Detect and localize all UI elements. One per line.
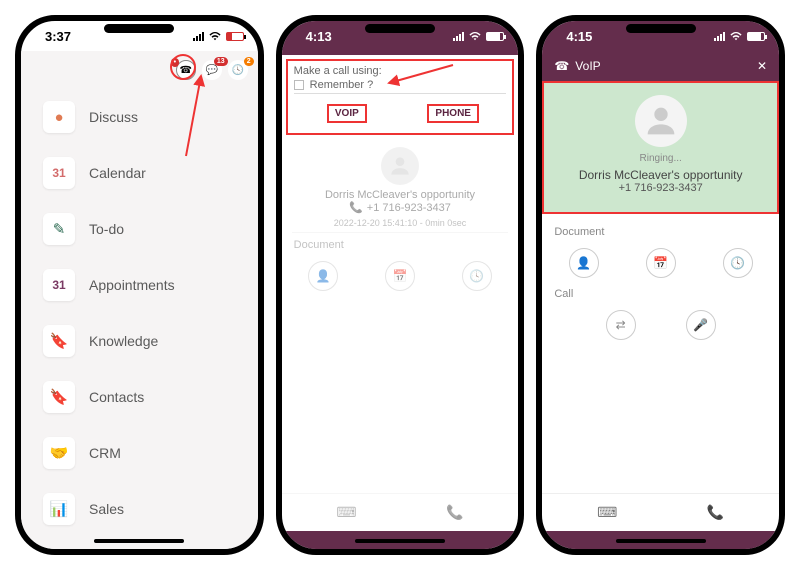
signal-icon bbox=[193, 32, 204, 41]
avatar-icon bbox=[635, 95, 687, 147]
ringing-card: Ringing... Dorris McCleaver's opportunit… bbox=[542, 81, 779, 214]
document-section: Document bbox=[552, 220, 769, 244]
status-icons bbox=[453, 31, 504, 41]
menu-crm[interactable]: 🤝CRM bbox=[21, 425, 258, 481]
knowledge-icon: 🔖 bbox=[43, 325, 75, 357]
phone-screen-1: 3:37 ☎• 💬13 🕓2 ●Discuss 31Calendar ✎To-d… bbox=[15, 15, 264, 555]
signal-icon bbox=[453, 32, 464, 41]
wifi-icon bbox=[208, 31, 222, 41]
status-bar: 4:13 bbox=[282, 21, 519, 51]
phone-number: 📞+1 716-923-3437 bbox=[292, 201, 509, 214]
menu-appointments[interactable]: 31Appointments bbox=[21, 257, 258, 313]
discuss-icon: ● bbox=[43, 101, 75, 133]
top-icons-row: ☎• 💬13 🕓2 bbox=[21, 51, 258, 89]
menu-list: ●Discuss 31Calendar ✎To-do 31Appointment… bbox=[21, 89, 258, 537]
signal-icon bbox=[714, 32, 725, 41]
menu-knowledge[interactable]: 🔖Knowledge bbox=[21, 313, 258, 369]
calendar-action-icon[interactable]: 📅 bbox=[385, 261, 415, 291]
clock: 4:15 bbox=[566, 29, 592, 44]
opportunity-name: Dorris McCleaver's opportunity bbox=[552, 168, 769, 182]
clock-action-icon[interactable]: 🕓 bbox=[462, 261, 492, 291]
transfer-icon[interactable]: ⇄ bbox=[606, 310, 636, 340]
sales-icon: 📊 bbox=[43, 493, 75, 525]
wifi-icon bbox=[468, 31, 482, 41]
dialog-title: Make a call using: bbox=[294, 65, 507, 77]
document-actions: 👤 📅 🕓 bbox=[552, 244, 769, 282]
status-icons bbox=[714, 31, 765, 41]
phone-screen-3: 4:15 ☎ VoIP ✕ Ringing... Dorris McCleaver… bbox=[536, 15, 785, 555]
phone-icon: 📞 bbox=[349, 201, 363, 214]
call-method-dialog: Make a call using: Remember ? VOIP PHONE bbox=[286, 59, 515, 135]
calendar-icon: 31 bbox=[43, 157, 75, 189]
close-icon[interactable]: ✕ bbox=[757, 59, 767, 73]
clock: 4:13 bbox=[306, 29, 332, 44]
chat-icon[interactable]: 💬13 bbox=[202, 60, 222, 80]
call-actions: ⇄ 🎤 bbox=[552, 306, 769, 344]
menu-sales[interactable]: 📊Sales bbox=[21, 481, 258, 537]
status-bar: 3:37 bbox=[21, 21, 258, 51]
menu-discuss[interactable]: ●Discuss bbox=[21, 89, 258, 145]
mic-icon[interactable]: 🎤 bbox=[686, 310, 716, 340]
person-action-icon[interactable]: 👤 bbox=[308, 261, 338, 291]
wifi-icon bbox=[729, 31, 743, 41]
todo-icon: ✎ bbox=[43, 213, 75, 245]
phone-number: +1 716-923-3437 bbox=[552, 182, 769, 194]
clock-action-icon[interactable]: 🕓 bbox=[723, 248, 753, 278]
appointments-icon: 31 bbox=[43, 269, 75, 301]
checkbox-icon[interactable] bbox=[294, 80, 304, 90]
remember-checkbox[interactable]: Remember ? bbox=[294, 77, 507, 93]
person-action-icon[interactable]: 👤 bbox=[569, 248, 599, 278]
battery-icon bbox=[486, 32, 504, 41]
dialog-buttons: VOIP PHONE bbox=[294, 93, 507, 129]
calendar-action-icon[interactable]: 📅 bbox=[646, 248, 676, 278]
contacts-icon: 🔖 bbox=[43, 381, 75, 413]
status-icons bbox=[193, 31, 244, 41]
document-actions: 👤 📅 🕓 bbox=[292, 257, 509, 295]
call-footer: ⌨ 📞 bbox=[282, 493, 519, 531]
call-section: Call bbox=[552, 282, 769, 306]
timestamp: 2022-12-20 15:41:10 - 0min 0sec bbox=[292, 214, 509, 233]
clock: 3:37 bbox=[45, 29, 71, 44]
voip-button[interactable]: VOIP bbox=[294, 100, 400, 127]
avatar-icon bbox=[381, 147, 419, 185]
phone-header-icon: ☎ bbox=[554, 59, 569, 73]
document-section: Document bbox=[292, 233, 509, 257]
menu-todo[interactable]: ✎To-do bbox=[21, 201, 258, 257]
opportunity-name: Dorris McCleaver's opportunity bbox=[292, 189, 509, 201]
call-panel-dimmed: Dorris McCleaver's opportunity 📞+1 716-9… bbox=[282, 139, 519, 493]
hangup-icon[interactable]: 📞 bbox=[707, 504, 724, 521]
keypad-icon[interactable]: ⌨ bbox=[336, 504, 356, 521]
phone-call-icon[interactable]: ☎• bbox=[176, 60, 196, 80]
call-icon[interactable]: 📞 bbox=[446, 504, 463, 521]
phone-button[interactable]: PHONE bbox=[400, 100, 506, 127]
menu-contacts[interactable]: 🔖Contacts bbox=[21, 369, 258, 425]
status-bar: 4:15 bbox=[542, 21, 779, 51]
keypad-icon[interactable]: ⌨ bbox=[597, 504, 617, 521]
call-body: Document 👤 📅 🕓 Call ⇄ 🎤 bbox=[542, 214, 779, 493]
voip-header: ☎ VoIP ✕ bbox=[542, 51, 779, 81]
battery-icon bbox=[226, 32, 244, 41]
crm-icon: 🤝 bbox=[43, 437, 75, 469]
activity-icon[interactable]: 🕓2 bbox=[228, 60, 248, 80]
header-title: VoIP bbox=[575, 59, 600, 73]
ringing-status: Ringing... bbox=[552, 153, 769, 164]
call-footer: ⌨ 📞 bbox=[542, 493, 779, 531]
app-menu-screen: ☎• 💬13 🕓2 ●Discuss 31Calendar ✎To-do 31A… bbox=[21, 51, 258, 549]
phone-screen-2: 4:13 Make a call using: Remember ? VOIP … bbox=[276, 15, 525, 555]
battery-icon bbox=[747, 32, 765, 41]
menu-calendar[interactable]: 31Calendar bbox=[21, 145, 258, 201]
